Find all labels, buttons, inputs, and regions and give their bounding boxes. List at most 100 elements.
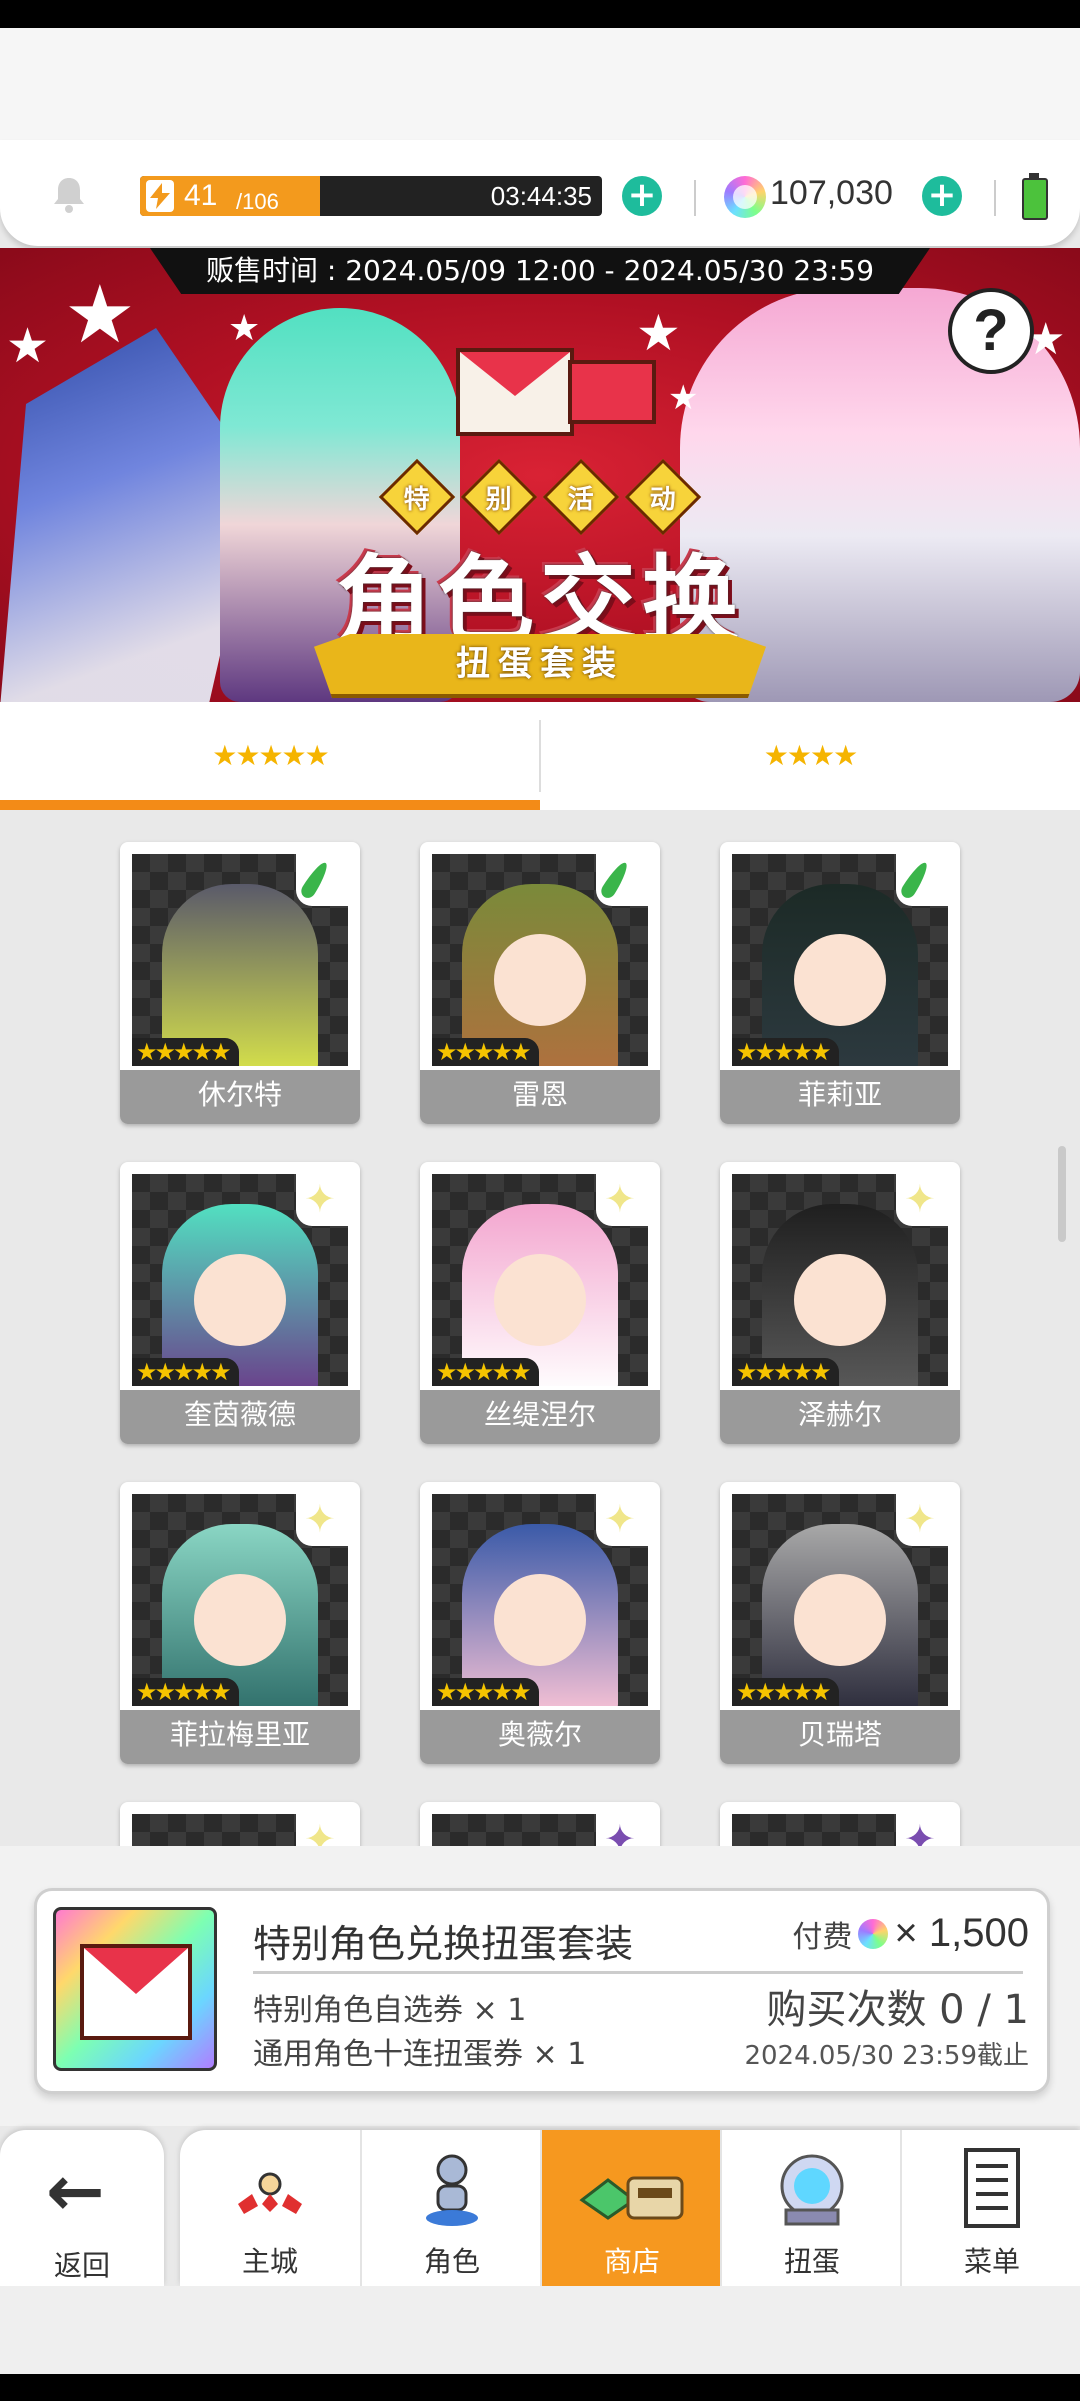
character-face	[794, 934, 886, 1026]
star-decoration: ★	[668, 378, 699, 418]
envelope-icon	[80, 1944, 192, 2040]
star-decoration: ★	[6, 318, 50, 374]
purchase-deadline: 2024.05/30 23:59截止	[744, 2041, 1029, 2071]
nav-bar: 主城 角色 商店 扭蛋 菜单	[180, 2130, 1080, 2286]
gem-icon	[724, 176, 766, 218]
resource-header: 41 /106 03:44:35 + 107,030 +	[0, 140, 1080, 246]
nav-label: 主城	[241, 2245, 298, 2278]
star-rating: ★★★★★	[432, 1358, 539, 1386]
back-button[interactable]: ← 返回	[0, 2130, 164, 2286]
character-portrait: ✦ ★★★★★	[432, 1174, 648, 1386]
back-label: 返回	[53, 2249, 110, 2282]
purchase-count: 购买次数 0 / 1	[766, 1987, 1029, 2033]
nav-item-gacha[interactable]: 扭蛋	[720, 2130, 902, 2286]
character-icon	[412, 2144, 492, 2234]
character-portrait: ✦	[732, 1814, 948, 1846]
leaf-badge-icon	[296, 854, 348, 906]
price-value: × 1,500	[894, 1911, 1029, 1955]
envelope-icon	[456, 348, 574, 436]
character-card[interactable]: ★★★★★ 雷恩	[420, 842, 660, 1124]
nav-label: 菜单	[963, 2245, 1020, 2278]
five-star-icons: ★★★★★	[212, 739, 330, 772]
character-name: 菲拉梅里亚	[120, 1710, 360, 1764]
character-face	[494, 934, 586, 1026]
tab-5-star[interactable]: ★★★★★	[0, 702, 540, 810]
character-portrait: ✦ ★★★★★	[732, 1174, 948, 1386]
character-card[interactable]: ★★★★★ 菲莉亚	[720, 842, 960, 1124]
sparkle-badge-icon: ✦	[596, 1494, 648, 1546]
character-name: 雷恩	[420, 1070, 660, 1124]
character-face	[794, 1254, 886, 1346]
divider	[253, 1971, 1023, 1974]
nav-item-character[interactable]: 角色	[360, 2130, 542, 2286]
tab-4-star[interactable]: ★★★★	[540, 702, 1080, 810]
character-face	[794, 1574, 886, 1666]
event-tags: 特 别 活 动	[378, 458, 702, 536]
sparkle-badge-icon: ✦	[596, 1814, 648, 1846]
shop-icon	[579, 2144, 684, 2234]
character-card[interactable]: ✦	[720, 1802, 960, 1846]
star-rating: ★★★★★	[432, 1038, 539, 1066]
sparkle-badge-icon: ✦	[296, 1494, 348, 1546]
character-card[interactable]: ✦ ★★★★★ 奎茵薇德	[120, 1162, 360, 1444]
purchase-item: 特别角色自选券 × 1	[253, 1993, 527, 2028]
star-rating: ★★★★★	[132, 1358, 239, 1386]
star-rating: ★★★★★	[132, 1678, 239, 1706]
character-face	[494, 1254, 586, 1346]
character-card[interactable]: ✦	[120, 1802, 360, 1846]
character-card[interactable]: ✦ ★★★★★ 奥薇尔	[420, 1482, 660, 1764]
castle-icon	[230, 2144, 310, 2234]
character-card[interactable]: ✦ ★★★★★ 丝缇涅尔	[420, 1162, 660, 1444]
nav-item-menu[interactable]: 菜单	[900, 2130, 1080, 2286]
system-navigation-bar	[0, 2374, 1080, 2401]
sparkle-badge-icon: ✦	[596, 1174, 648, 1226]
character-name: 菲莉亚	[720, 1070, 960, 1124]
top-spacer	[0, 28, 1080, 148]
leaf-badge-icon	[596, 854, 648, 906]
star-decoration: ★	[636, 304, 681, 362]
character-card[interactable]: ✦ ★★★★★ 贝瑞塔	[720, 1482, 960, 1764]
gem-icon	[858, 1918, 889, 1949]
stamina-current: 41	[184, 179, 218, 212]
event-banner: ★ ★ ★ ★ ★ ★ 贩售时间 : 2024.05/09 12:00 - 20…	[0, 248, 1080, 702]
star-decoration: ★	[228, 308, 261, 349]
star-rating: ★★★★★	[732, 1038, 839, 1066]
nav-label: 商店	[603, 2245, 660, 2278]
purchase-panel[interactable]: 特别角色兑换扭蛋套装 特别角色自选券 × 1 通用角色十连扭蛋券 × 1 付费 …	[34, 1888, 1050, 2094]
active-tab-indicator	[0, 800, 540, 810]
character-portrait: ★★★★★	[432, 854, 648, 1066]
character-face	[194, 1254, 286, 1346]
character-name: 贝瑞塔	[720, 1710, 960, 1764]
star-decoration: ★	[64, 268, 136, 361]
leaf-badge-icon	[896, 854, 948, 906]
stamina-timer: 03:44:35	[490, 181, 592, 211]
gacha-set-thumbnail	[53, 1907, 217, 2071]
scrollbar-thumb[interactable]	[1058, 1146, 1066, 1242]
menu-icon	[952, 2144, 1032, 2234]
bell-icon[interactable]	[48, 174, 90, 216]
character-card[interactable]: ✦ ★★★★★ 菲拉梅里亚	[120, 1482, 360, 1764]
nav-item-main-city[interactable]: 主城	[180, 2130, 360, 2286]
add-stamina-button[interactable]: +	[622, 176, 662, 216]
character-card[interactable]: ✦	[420, 1802, 660, 1846]
character-name: 泽赫尔	[720, 1390, 960, 1444]
character-name: 休尔特	[120, 1070, 360, 1124]
add-gem-button[interactable]: +	[922, 176, 962, 216]
character-card[interactable]: ★★★★★ 休尔特	[120, 842, 360, 1124]
star-rating: ★★★★★	[432, 1678, 539, 1706]
sale-time-text: 贩售时间 : 2024.05/09 12:00 - 2024.05/30 23:…	[205, 254, 875, 287]
four-star-icons: ★★★★	[763, 739, 858, 772]
character-portrait: ✦ ★★★★★	[132, 1494, 348, 1706]
character-portrait: ✦	[432, 1814, 648, 1846]
character-grid: ★★★★★ 休尔特 ★★★★★ 雷恩 ★★★★★ 菲莉亚 ✦ ★★★★★ 奎茵薇…	[0, 812, 1080, 1846]
plus-icon: +	[627, 175, 657, 215]
help-button[interactable]: ?	[948, 288, 1034, 374]
nav-item-shop[interactable]: 商店	[540, 2130, 722, 2286]
character-card[interactable]: ✦ ★★★★★ 泽赫尔	[720, 1162, 960, 1444]
nav-label: 扭蛋	[783, 2245, 840, 2278]
bottom-navigation: ← 返回 主城 角色 商店 扭蛋 菜单	[0, 2126, 1080, 2286]
sparkle-badge-icon: ✦	[896, 1814, 948, 1846]
character-face	[494, 1574, 586, 1666]
lightning-icon	[146, 180, 174, 212]
battery-icon	[1022, 173, 1048, 220]
